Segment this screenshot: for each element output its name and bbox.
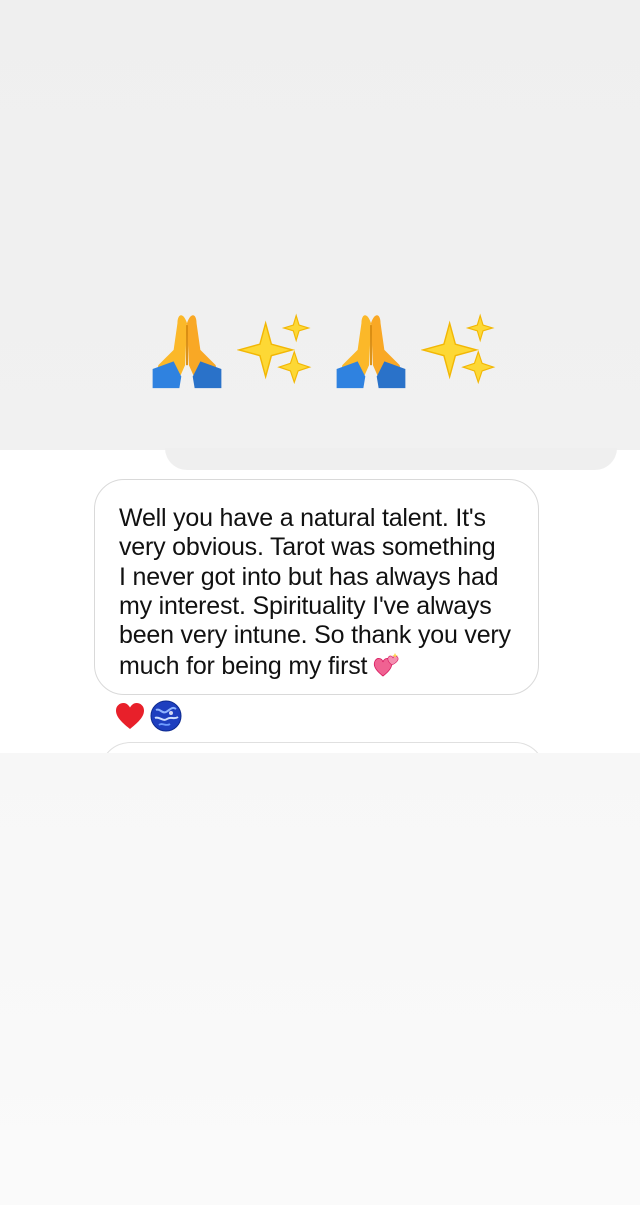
lower-blank-panel — [0, 753, 640, 1205]
blue-globe-avatar-icon — [150, 700, 182, 732]
previous-message-panel — [0, 0, 640, 450]
message-text: Well you have a natural talent. It's ver… — [119, 504, 511, 681]
two-hearts-icon — [374, 653, 399, 677]
previous-message-bubble-edge — [165, 448, 617, 470]
sparkles-icon — [421, 313, 496, 384]
sparkles-icon — [237, 313, 312, 384]
red-heart-icon — [116, 703, 144, 729]
message-reactions[interactable] — [114, 700, 182, 732]
folded-hands-icon — [336, 314, 406, 388]
message-bubble[interactable]: Well you have a natural talent. It's ver… — [94, 479, 539, 695]
emoji-message[interactable] — [145, 300, 505, 395]
folded-hands-icon — [152, 314, 222, 388]
